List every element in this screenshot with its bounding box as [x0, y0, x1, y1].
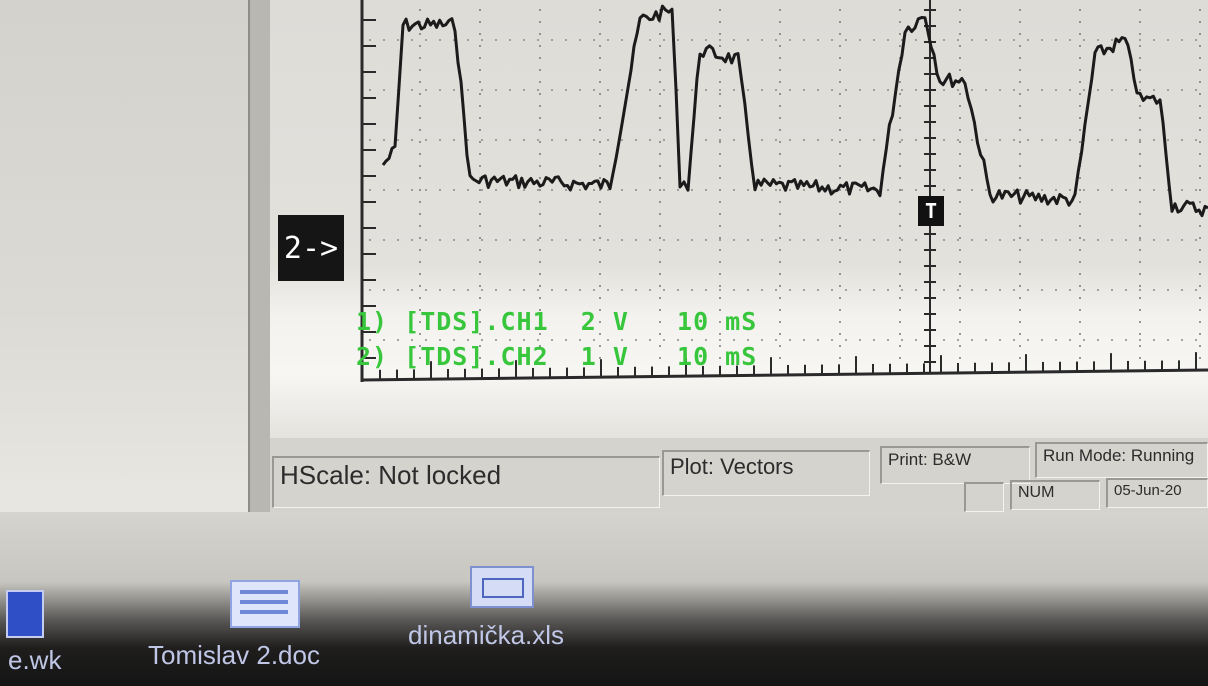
- legend-ch1: 1) [TDS].CH1 2 V 10 mS: [356, 307, 758, 336]
- ch2-trace: [381, 4, 1208, 218]
- word-document-icon[interactable]: [230, 580, 300, 628]
- waveform-plot: T: [360, 0, 1208, 382]
- file-label-wk[interactable]: e.wk: [8, 645, 61, 676]
- empty-status-cell: [964, 482, 1004, 512]
- plot-mode-status: Plot: Vectors: [662, 450, 870, 496]
- spreadsheet-icon[interactable]: [470, 566, 534, 608]
- date-status: 05-Jun-20: [1106, 478, 1208, 508]
- num-lock-status: NUM: [1010, 480, 1100, 510]
- print-mode-status: Print: B&W: [880, 446, 1030, 484]
- document-icon[interactable]: [6, 590, 44, 638]
- file-label-tomislav[interactable]: Tomislav 2.doc: [148, 640, 320, 671]
- trigger-marker: T: [918, 196, 944, 226]
- status-bar: HScale: Not locked Plot: Vectors Print: …: [270, 438, 1208, 518]
- trigger-label: T: [925, 199, 937, 223]
- x-axis: [361, 368, 1208, 382]
- legend-ch2: 2) [TDS].CH2 1 V 10 mS: [356, 342, 758, 371]
- file-label-dinamicka[interactable]: dinamička.xls: [408, 620, 564, 651]
- hscale-status: HScale: Not locked: [272, 456, 660, 508]
- channel-2-marker[interactable]: 2->: [278, 215, 344, 281]
- run-mode-status: Run Mode: Running: [1035, 442, 1208, 478]
